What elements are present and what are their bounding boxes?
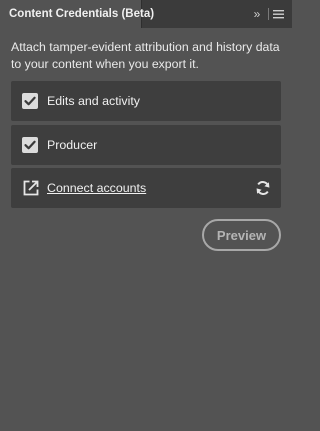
preview-button[interactable]: Preview xyxy=(202,219,281,251)
producer-label: Producer xyxy=(47,138,98,152)
header-divider xyxy=(268,8,269,20)
panel-description: Attach tamper-evident attribution and hi… xyxy=(11,40,280,71)
connect-accounts-row: Connect accounts xyxy=(11,168,281,208)
tab-content-credentials[interactable]: Content Credentials (Beta) xyxy=(0,0,154,28)
option-edits-and-activity[interactable]: Edits and activity xyxy=(11,81,281,121)
external-link-icon[interactable] xyxy=(22,179,40,197)
double-chevron-right-icon[interactable]: » xyxy=(249,6,265,22)
option-producer[interactable]: Producer xyxy=(11,125,281,165)
producer-checkbox[interactable] xyxy=(22,137,38,153)
refresh-icon[interactable] xyxy=(254,179,272,197)
content-credentials-panel: Content Credentials (Beta) » Attach tamp… xyxy=(0,0,292,431)
edits-checkbox[interactable] xyxy=(22,93,38,109)
edits-label: Edits and activity xyxy=(47,94,140,108)
connect-accounts-link[interactable]: Connect accounts xyxy=(47,168,146,208)
panel-header: Content Credentials (Beta) » xyxy=(0,0,292,28)
hamburger-menu-icon[interactable] xyxy=(273,7,285,21)
